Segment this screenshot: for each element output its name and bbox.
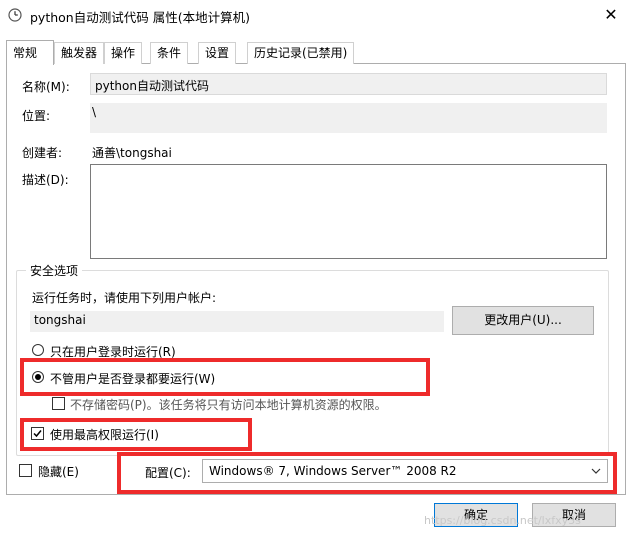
tab-general[interactable]: 常规 <box>6 40 54 65</box>
location-label: 位置: <box>22 109 51 123</box>
description-textarea[interactable] <box>90 164 607 259</box>
checkbox-hidden[interactable] <box>19 464 32 477</box>
close-button[interactable]: ✕ <box>598 4 624 26</box>
clock-icon <box>8 8 22 22</box>
tab-strip: 常规 触发器 操作 条件 设置 历史记录(已禁用) <box>6 40 626 65</box>
location-field: \ <box>90 103 607 133</box>
no-store-password-label[interactable]: 不存储密码(P)。该任务将只有访问本地计算机资源的权限。 <box>70 396 387 413</box>
checkbox-no-store-password[interactable] <box>52 397 65 410</box>
security-options-title: 安全选项 <box>26 262 83 279</box>
user-account-field: tongshai <box>30 311 444 332</box>
change-user-button[interactable]: 更改用户(U)... <box>452 306 594 335</box>
window-title: python自动测试代码 属性(本地计算机) <box>30 10 250 25</box>
tab-actions[interactable]: 操作 <box>104 42 143 64</box>
hidden-label[interactable]: 隐藏(E) <box>38 463 79 480</box>
tab-history[interactable]: 历史记录(已禁用) <box>247 42 355 64</box>
tab-conditions[interactable]: 条件 <box>150 42 189 64</box>
tab-settings[interactable]: 设置 <box>198 42 237 64</box>
highlight-box-run-whether-logged-on <box>20 358 430 396</box>
name-label: 名称(M): <box>22 80 70 94</box>
name-field[interactable]: python自动测试代码 <box>90 73 607 95</box>
highlight-box-configure <box>117 452 617 494</box>
highlight-box-highest-privileges <box>20 418 252 451</box>
tab-triggers[interactable]: 触发器 <box>54 42 105 64</box>
title-bar: python自动测试代码 属性(本地计算机) ✕ <box>0 0 631 31</box>
description-label: 描述(D): <box>22 173 69 187</box>
radio-run-only-logged-on[interactable] <box>32 344 44 356</box>
author-label: 创建者: <box>22 146 63 160</box>
run-as-prompt: 运行任务时，请使用下列用户帐户: <box>32 291 217 305</box>
author-value: 通善\tongshai <box>92 146 172 160</box>
watermark: https://blog.csdn.net/lxfxy3s <box>424 514 581 527</box>
